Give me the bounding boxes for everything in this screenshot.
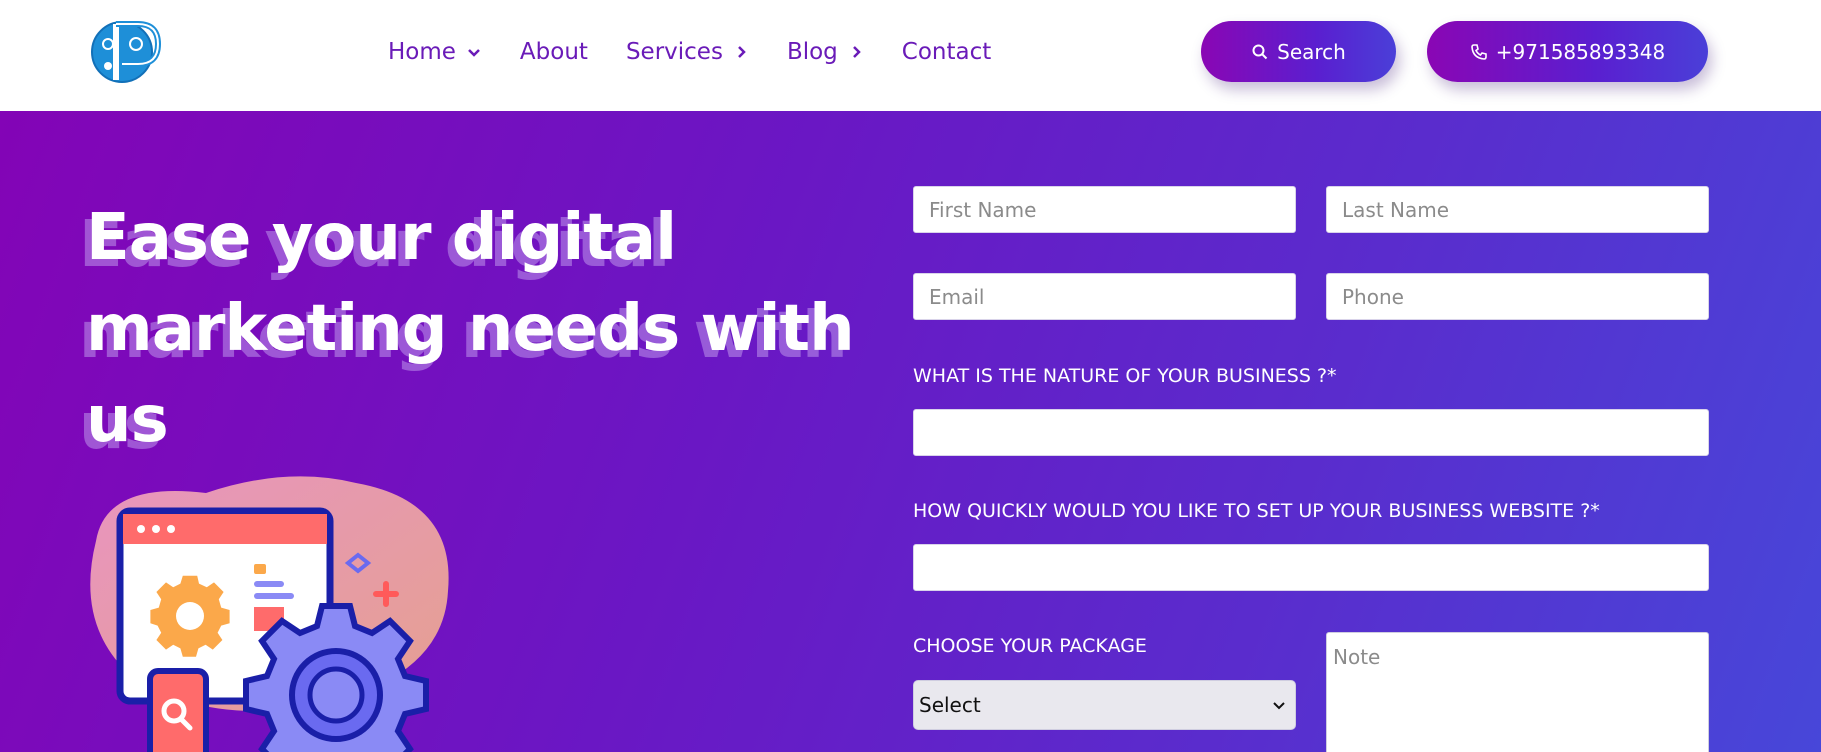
phone-field[interactable] bbox=[1326, 273, 1709, 320]
settings-dashboard-illustration bbox=[90, 476, 449, 752]
p-logo-icon[interactable] bbox=[86, 14, 166, 86]
nav-services[interactable]: Services bbox=[626, 39, 749, 65]
business-nature-field[interactable] bbox=[913, 409, 1709, 456]
phone-icon bbox=[1470, 43, 1487, 60]
site-header: Home About Services Blog Contact Search … bbox=[0, 0, 1821, 111]
nav-contact[interactable]: Contact bbox=[902, 39, 991, 65]
headline-line-3: us bbox=[86, 383, 169, 457]
main-nav: Home About Services Blog Contact bbox=[388, 34, 1029, 70]
nav-services-label: Services bbox=[625, 39, 723, 65]
chevron-right-icon bbox=[852, 46, 861, 58]
email-field[interactable] bbox=[913, 273, 1296, 320]
phone-button-label: +971585893348 bbox=[1495, 39, 1666, 64]
search-icon bbox=[1252, 44, 1268, 59]
business-nature-label: WHAT IS THE NATURE OF YOUR BUSINESS ?* bbox=[913, 365, 1337, 387]
last-name-field[interactable] bbox=[1326, 186, 1709, 233]
phone-button[interactable]: +971585893348 bbox=[1427, 21, 1708, 82]
nav-blog-label: Blog bbox=[786, 39, 838, 65]
nav-contact-label: Contact bbox=[901, 39, 992, 65]
headline-line-1: Ease your digital bbox=[86, 201, 677, 275]
headline-line-2: marketing needs with bbox=[86, 292, 855, 366]
setup-speed-field[interactable] bbox=[913, 544, 1709, 591]
package-select-value: Select bbox=[919, 693, 981, 717]
hero-headline: Ease your digital marketing needs with u… bbox=[86, 193, 886, 466]
first-name-field[interactable] bbox=[913, 186, 1296, 233]
chevron-down-icon bbox=[468, 49, 480, 57]
hero-section: Ease your digital marketing needs with u… bbox=[0, 111, 1821, 752]
nav-about[interactable]: About bbox=[520, 39, 588, 65]
nav-home[interactable]: Home bbox=[388, 39, 482, 65]
nav-blog[interactable]: Blog bbox=[787, 39, 864, 65]
package-select[interactable]: Select bbox=[913, 680, 1296, 730]
nav-home-label: Home bbox=[388, 39, 456, 65]
search-button[interactable]: Search bbox=[1201, 21, 1396, 82]
nav-about-label: About bbox=[519, 39, 588, 65]
chevron-right-icon bbox=[738, 46, 746, 58]
search-button-label: Search bbox=[1277, 39, 1346, 64]
note-field[interactable] bbox=[1326, 632, 1709, 752]
package-label: CHOOSE YOUR PACKAGE bbox=[913, 635, 1147, 657]
chevron-down-icon bbox=[1273, 702, 1285, 710]
setup-speed-label: HOW QUICKLY WOULD YOU LIKE TO SET UP YOU… bbox=[913, 500, 1600, 522]
